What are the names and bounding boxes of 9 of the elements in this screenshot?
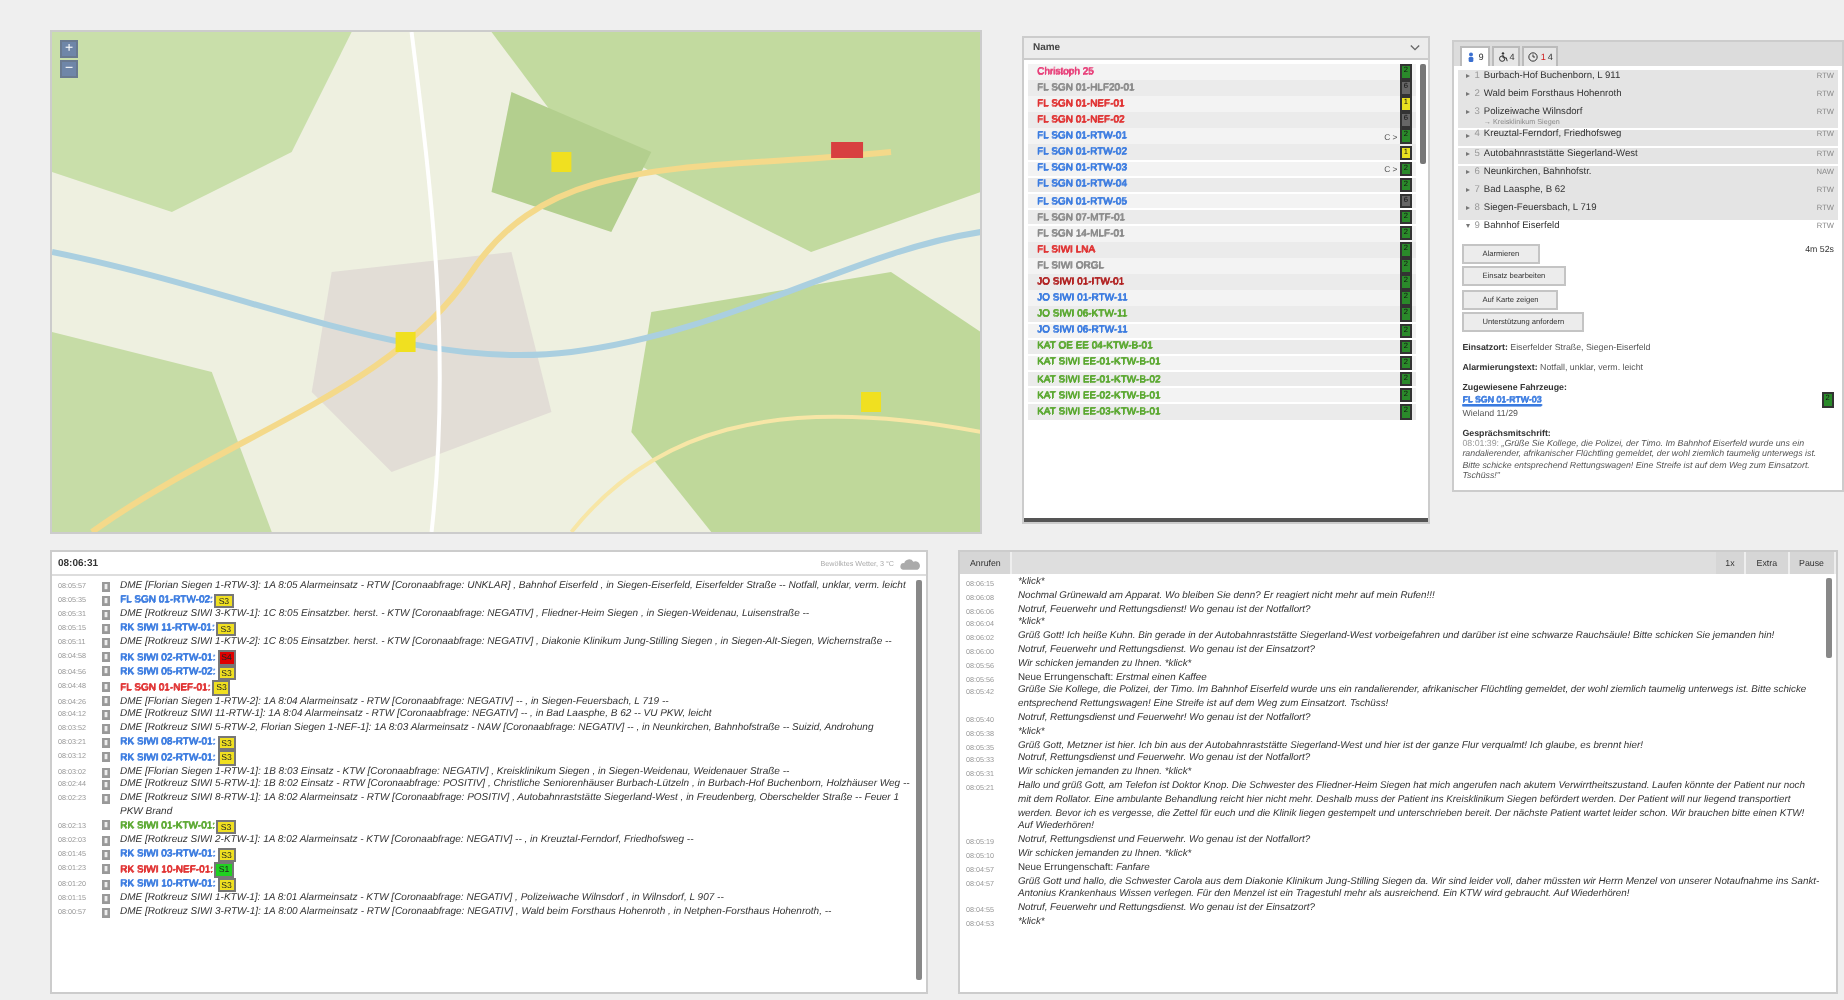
- wheelchair-icon: [1497, 52, 1508, 62]
- person-icon: [1466, 52, 1477, 62]
- scrollbar[interactable]: [916, 580, 922, 980]
- expand-arrow-icon: [1466, 224, 1471, 229]
- chevron-down-icon: [1410, 44, 1421, 52]
- scrollbar[interactable]: [1420, 64, 1427, 164]
- scrollbar[interactable]: [1826, 578, 1832, 658]
- cloud-icon: [900, 557, 920, 569]
- clock-icon: [1528, 52, 1539, 62]
